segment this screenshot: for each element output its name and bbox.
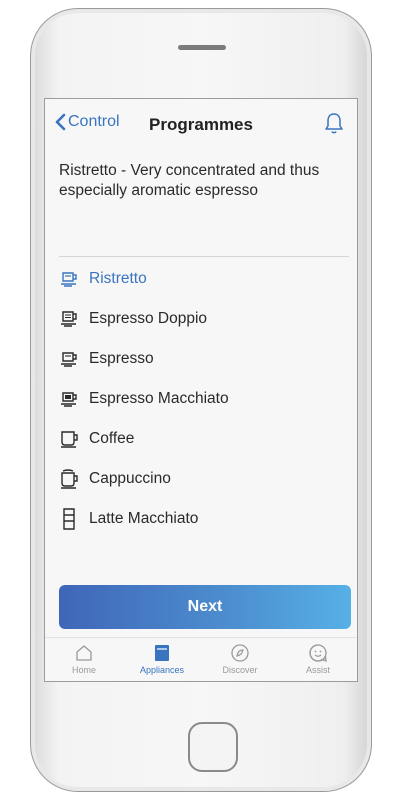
- espresso-cup-icon: [59, 349, 79, 369]
- programme-label: Latte Macchiato: [89, 510, 199, 527]
- compass-icon: [231, 644, 249, 662]
- programme-item-latte-macchiato[interactable]: Latte Macchiato: [59, 499, 349, 539]
- programme-label: Ristretto: [89, 270, 147, 287]
- home-icon: [76, 645, 92, 661]
- programme-item-coffee[interactable]: Coffee: [59, 419, 349, 459]
- programme-label: Espresso Doppio: [89, 310, 208, 327]
- appliances-icon: [155, 645, 169, 661]
- phone-home-button[interactable]: [188, 722, 238, 772]
- tab-appliances[interactable]: Appliances: [123, 641, 201, 675]
- tab-label: Home: [71, 665, 96, 675]
- tab-assist[interactable]: Assist: [279, 641, 357, 675]
- espresso-doppio-cup-icon: [59, 309, 79, 329]
- programme-item-cappuccino[interactable]: Cappuccino: [59, 459, 349, 499]
- smiley-icon: [309, 644, 327, 662]
- tab-home[interactable]: Home: [45, 641, 123, 675]
- tab-label: Appliances: [139, 665, 185, 675]
- app-screen: Control Programmes Ristretto - Very conc…: [44, 98, 358, 682]
- ristretto-cup-icon: [59, 269, 79, 289]
- latte-glass-icon: [59, 508, 79, 530]
- programme-label: Cappuccino: [89, 470, 171, 487]
- programme-item-espresso-doppio[interactable]: Espresso Doppio: [59, 299, 349, 339]
- nav-header: Control Programmes: [45, 99, 357, 149]
- tab-bar: Home Appliances Discover Assist: [45, 637, 357, 681]
- programme-item-ristretto[interactable]: Ristretto: [59, 259, 349, 299]
- notifications-button[interactable]: [323, 111, 345, 140]
- espresso-macchiato-cup-icon: [59, 389, 79, 409]
- phone-speaker: [178, 45, 226, 50]
- bell-icon: [325, 113, 343, 134]
- programme-list: Ristretto Espresso Doppio Espresso Espre…: [59, 259, 349, 539]
- tab-label: Assist: [305, 665, 330, 675]
- tab-label: Discover: [222, 665, 258, 675]
- programme-item-espresso-macchiato[interactable]: Espresso Macchiato: [59, 379, 349, 419]
- page-title: Programmes: [149, 115, 253, 134]
- cappuccino-cup-icon: [59, 469, 79, 489]
- programme-label: Espresso Macchiato: [89, 390, 229, 407]
- programme-description: Ristretto - Very concentrated and thus e…: [59, 162, 320, 199]
- programme-label: Coffee: [89, 430, 135, 447]
- next-button[interactable]: Next: [59, 585, 351, 629]
- tab-discover[interactable]: Discover: [201, 641, 279, 675]
- divider: [59, 256, 349, 257]
- coffee-cup-icon: [59, 429, 79, 449]
- programme-item-espresso[interactable]: Espresso: [59, 339, 349, 379]
- programme-label: Espresso: [89, 350, 154, 367]
